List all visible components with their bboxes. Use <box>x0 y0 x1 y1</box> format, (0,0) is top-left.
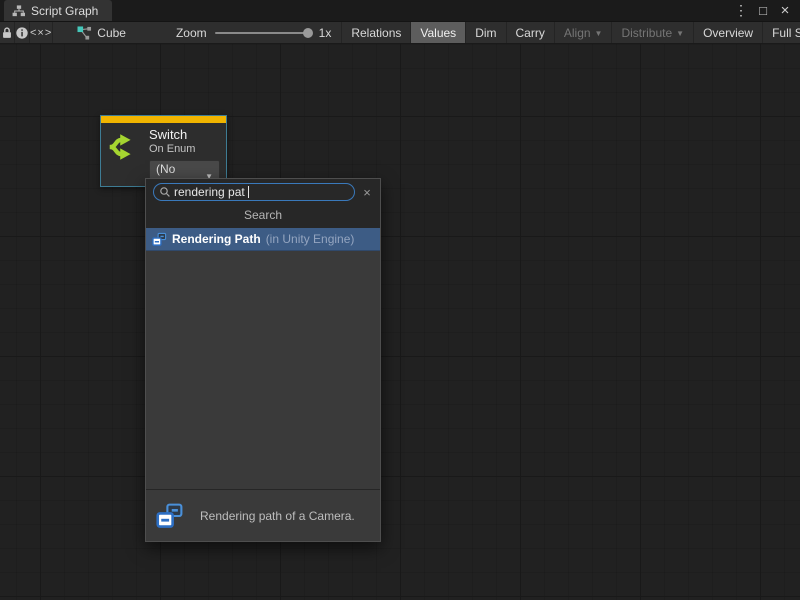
lock-icon <box>0 26 14 40</box>
window-controls: ⋮ □ × <box>732 0 800 21</box>
graph-hierarchy-icon <box>12 5 26 17</box>
search-input[interactable]: rendering pat <box>153 183 355 201</box>
result-description: Rendering path of a Camera. <box>200 509 355 523</box>
tabbar-spacer <box>112 0 732 21</box>
zoom-slider[interactable] <box>215 32 311 34</box>
fullscreen-button[interactable]: Full Screen <box>763 22 800 43</box>
info-icon <box>15 26 29 40</box>
search-icon <box>159 186 171 198</box>
zoom-cluster: Zoom 1x <box>136 22 341 43</box>
code-icon: <×> <box>30 27 52 39</box>
clear-search-icon[interactable]: × <box>359 185 375 200</box>
enum-icon <box>152 232 167 247</box>
node-subtitle: On Enum <box>149 143 220 156</box>
text-caret <box>248 186 249 198</box>
values-button[interactable]: Values <box>411 22 466 43</box>
switch-node[interactable]: Switch On Enum (No Type) ▼ <box>100 115 227 187</box>
graph-name: Cube <box>97 26 126 40</box>
toolbar-right-group: Relations Values Dim Carry Align ▼ Distr… <box>341 22 800 43</box>
node-title: Switch <box>149 127 220 143</box>
graph-node-icon <box>77 26 92 40</box>
align-button[interactable]: Align ▼ <box>555 22 613 43</box>
result-context: (in Unity Engine) <box>266 232 355 246</box>
info-button[interactable] <box>15 22 30 43</box>
graph-breadcrumb[interactable]: Cube <box>67 22 136 43</box>
tab-bar: Script Graph ⋮ □ × <box>0 0 800 22</box>
zoom-slider-handle[interactable] <box>303 28 313 38</box>
enum-icon-large <box>156 502 184 530</box>
zoom-value: 1x <box>319 26 332 40</box>
lock-button[interactable] <box>0 22 15 43</box>
overview-button[interactable]: Overview <box>694 22 763 43</box>
carry-button[interactable]: Carry <box>507 22 555 43</box>
close-icon[interactable]: × <box>776 2 794 20</box>
finder-header: Search <box>146 205 380 228</box>
relations-button[interactable]: Relations <box>341 22 411 43</box>
window-menu-icon[interactable]: ⋮ <box>732 2 750 20</box>
maximize-icon[interactable]: □ <box>754 2 772 20</box>
finder-footer: Rendering path of a Camera. <box>146 490 380 541</box>
result-row-rendering-path[interactable]: Rendering Path (in Unity Engine) <box>146 228 380 251</box>
zoom-label: Zoom <box>176 26 207 40</box>
finder-result-list: Rendering Path (in Unity Engine) <box>146 228 380 489</box>
distribute-button[interactable]: Distribute ▼ <box>612 22 694 43</box>
chevron-down-icon: ▼ <box>595 30 603 38</box>
switch-branch-icon <box>107 130 141 164</box>
finder-search-row: rendering pat × <box>146 179 380 205</box>
result-name: Rendering Path <box>172 232 261 246</box>
node-header-bar <box>101 116 226 123</box>
tab-title: Script Graph <box>31 4 98 18</box>
graph-canvas[interactable]: Switch On Enum (No Type) ▼ rendering pat… <box>0 44 800 600</box>
chevron-down-icon: ▼ <box>676 30 684 38</box>
code-view-button[interactable]: <×> <box>30 22 53 43</box>
tab-script-graph[interactable]: Script Graph <box>4 0 112 21</box>
search-input-value: rendering pat <box>174 185 245 199</box>
dim-button[interactable]: Dim <box>466 22 506 43</box>
fuzzy-finder-popup: rendering pat × Search Rendering Path (i… <box>145 178 381 542</box>
graph-toolbar: <×> Cube Zoom 1x Relations Values Dim Ca… <box>0 22 800 44</box>
